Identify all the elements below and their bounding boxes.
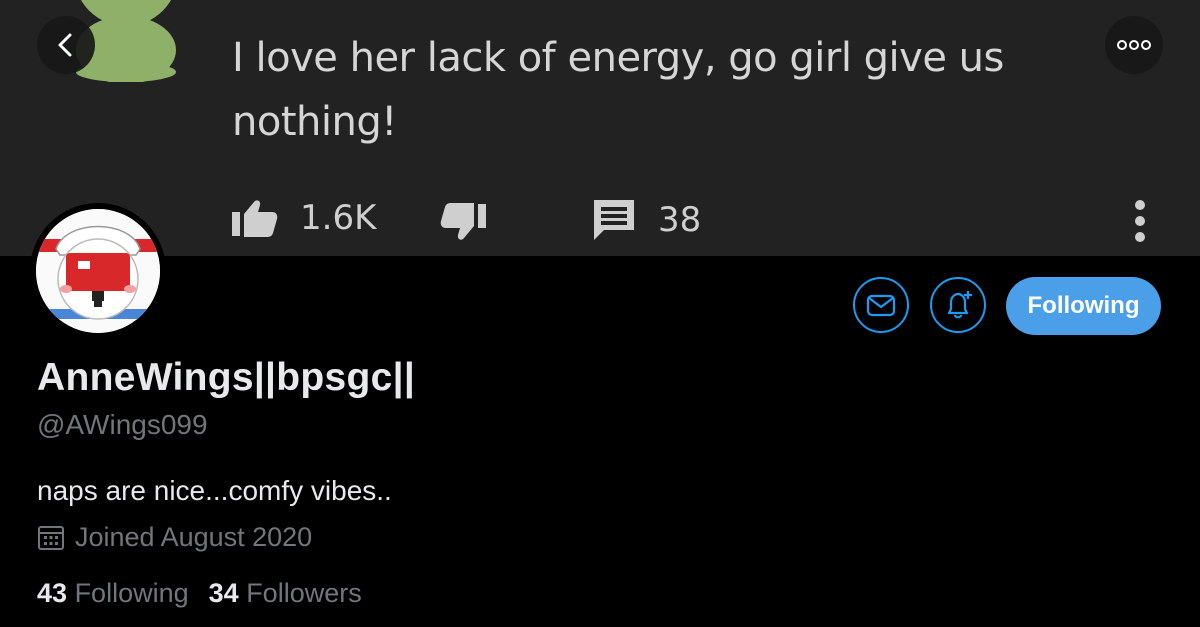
thumbs-up-icon: [232, 200, 278, 237]
thumbs-down-icon: [440, 203, 486, 240]
mail-icon: [866, 294, 896, 317]
calendar-icon: [38, 525, 64, 550]
like-action[interactable]: 1.6K: [232, 198, 376, 238]
like-count: 1.6K: [300, 198, 377, 238]
bell-plus-icon: [947, 291, 972, 319]
avatar-drawing: [36, 209, 160, 333]
profile-avatar[interactable]: [30, 203, 166, 339]
display-name: AnneWings||bpsgc||: [37, 356, 416, 399]
message-button[interactable]: [853, 277, 909, 333]
back-button[interactable]: [37, 16, 95, 74]
following-label: Following: [74, 578, 189, 608]
notifications-button[interactable]: [930, 277, 986, 333]
reply-action[interactable]: 38: [592, 198, 701, 242]
comment-actions: 1.6K 38: [0, 190, 1200, 254]
followers-label: Followers: [246, 578, 362, 608]
avatar-image: [36, 209, 160, 333]
reply-count: 38: [658, 200, 702, 240]
chevron-left-icon: [58, 33, 72, 57]
more-horizontal-icon: [1117, 40, 1151, 50]
user-bio: naps are nice...comfy vibes..: [37, 475, 392, 506]
following-count: 43: [37, 578, 68, 608]
join-date: Joined August 2020: [37, 522, 312, 553]
follow-stats: 43 Following 34 Followers: [37, 578, 362, 609]
dislike-action[interactable]: [436, 202, 486, 242]
comment-more-menu[interactable]: [1132, 198, 1148, 249]
following-stat[interactable]: 43 Following: [37, 578, 189, 609]
following-button[interactable]: Following: [1006, 277, 1161, 335]
header-banner: I love her lack of energy, go girl give …: [0, 0, 1200, 256]
followers-stat[interactable]: 34 Followers: [209, 578, 362, 609]
more-vertical-icon: [1135, 200, 1145, 242]
followers-count: 34: [208, 578, 239, 608]
joined-text: Joined August 2020: [75, 522, 313, 552]
comment-icon: [594, 200, 634, 240]
more-options-button[interactable]: [1105, 16, 1163, 74]
comment-text: I love her lack of energy, go girl give …: [232, 35, 1004, 145]
user-handle: @AWings099: [37, 409, 208, 440]
